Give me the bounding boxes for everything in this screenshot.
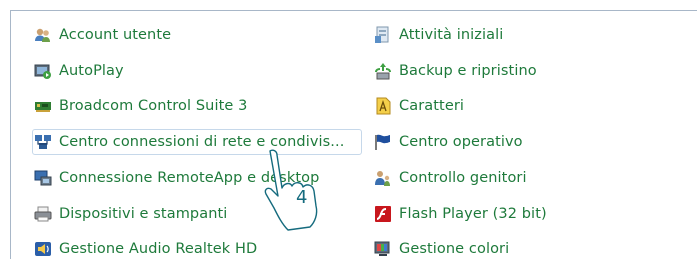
item-gestione-audio[interactable]: Gestione Audio Realtek HD [32,236,257,262]
audio-icon [34,240,52,258]
item-label: Centro operativo [399,134,523,150]
fonts-icon [374,97,392,115]
autoplay-icon [34,62,52,80]
item-label: Dispositivi e stampanti [59,206,228,222]
item-caratteri[interactable]: Caratteri [372,93,464,119]
parental-controls-icon [374,169,392,187]
getting-started-icon [374,26,392,44]
item-label: Account utente [59,27,172,43]
item-gestione-colori[interactable]: Gestione colori [372,236,509,262]
item-autoplay[interactable]: AutoPlay [32,58,124,84]
control-panel-items: Account utente AutoPlay Broadcom Control… [10,10,697,259]
item-label: Controllo genitori [399,170,527,186]
users-icon [34,26,52,44]
flash-icon [374,205,392,223]
network-center-icon [34,133,52,151]
item-broadcom[interactable]: Broadcom Control Suite 3 [32,93,247,119]
item-dispositivi-stampanti[interactable]: Dispositivi e stampanti [32,201,227,227]
item-centro-operativo[interactable]: Centro operativo [372,129,523,155]
network-card-icon [34,97,52,115]
item-label: Caratteri [399,98,465,114]
printer-icon [34,205,52,223]
item-label: AutoPlay [59,63,124,79]
item-label: Gestione colori [399,241,510,257]
step-number-label: 4 [296,187,308,208]
item-label: Broadcom Control Suite 3 [59,98,248,114]
item-attivita-iniziali[interactable]: Attività iniziali [372,22,503,48]
backup-icon [374,62,392,80]
item-label: Flash Player (32 bit) [399,206,547,222]
item-controllo-genitori[interactable]: Controllo genitori [372,165,527,191]
item-account-utente[interactable]: Account utente [32,22,171,48]
item-label: Backup e ripristino [399,63,537,79]
color-management-icon [374,240,392,258]
item-label: Attività iniziali [399,27,504,43]
flag-icon [374,133,392,151]
item-backup-ripristino[interactable]: Backup e ripristino [372,58,537,84]
item-label: Gestione Audio Realtek HD [59,241,258,257]
remote-desktop-icon [34,169,52,187]
item-flash-player[interactable]: Flash Player (32 bit) [372,201,547,227]
